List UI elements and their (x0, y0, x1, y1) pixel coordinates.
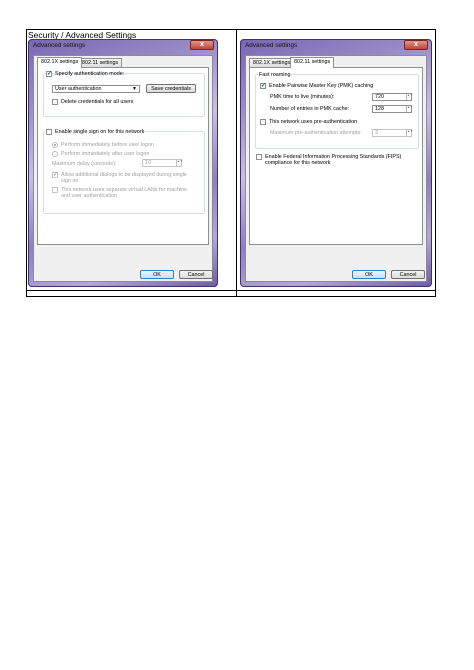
dialog-title: Advanced settings (33, 42, 86, 49)
perform-after-logon-radio[interactable]: Perform immediately after user logon (52, 151, 149, 157)
pmk-ttl-stepper[interactable]: 720 ▲▼ (372, 93, 413, 101)
stepper-arrows-icon: ▲▼ (406, 94, 413, 100)
pmk-entries-stepper[interactable]: 128 ▲▼ (372, 105, 413, 113)
advanced-settings-dialog-802-11: Advanced settings x 802.1X settings 802.… (240, 39, 432, 287)
cancel-button[interactable]: Cancel (179, 270, 213, 279)
dropdown-arrow-icon: ▼ (132, 86, 137, 92)
fast-roaming-label: Fast roaming (258, 72, 292, 78)
tab-802-11-settings[interactable]: 802.11 settings (290, 57, 335, 68)
close-icon[interactable]: x (404, 40, 428, 50)
tab-802-1x-settings[interactable]: 802.1X settings (37, 57, 83, 68)
stepper-arrows-icon: ▲▼ (406, 130, 413, 136)
enable-sso-checkbox[interactable]: Enable single sign on for this network (46, 129, 146, 135)
max-delay-label: Maximum delay (seconds): (52, 161, 117, 167)
save-credentials-button[interactable]: Save credentials (146, 84, 196, 93)
stepper-arrows-icon: ▲▼ (406, 106, 413, 112)
close-icon[interactable]: x (190, 40, 214, 50)
stepper-arrows-icon: ▲▼ (176, 160, 183, 166)
dialog-title: Advanced settings (245, 42, 298, 49)
pmk-ttl-label: PMK time to live (minutes): (270, 94, 335, 100)
tab-panel: Fast roaming ✓ Enable Pairwise Master Ke… (249, 67, 423, 245)
cancel-button[interactable]: Cancel (391, 270, 425, 279)
specify-auth-mode-checkbox[interactable]: ✓ Specify authentication mode: (46, 71, 124, 77)
enable-pmk-caching-checkbox[interactable]: ✓ Enable Pairwise Master Key (PMK) cachi… (260, 83, 373, 89)
enable-fips-checkbox[interactable]: Enable Federal Information Processing St… (256, 154, 406, 166)
max-pre-auth-stepper[interactable]: 3 ▲▼ (372, 129, 413, 137)
checkmark-icon: ✓ (46, 71, 53, 77)
allow-dialogs-checkbox[interactable]: ✓ Allow additional dialogs to be display… (52, 172, 192, 184)
table-row-divider (26, 290, 436, 291)
ok-button[interactable]: OK (140, 270, 174, 279)
perform-before-logon-radio[interactable]: Perform immediately before user logon (52, 142, 154, 148)
max-pre-auth-label: Maximum pre-authentication attempts: (270, 130, 362, 136)
pmk-entries-label: Number of entries in PMK cache: (270, 106, 350, 112)
authentication-group (43, 73, 205, 117)
table-column-divider (236, 29, 237, 297)
checkmark-icon: ✓ (52, 172, 59, 178)
ok-button[interactable]: OK (352, 270, 386, 279)
advanced-settings-dialog-802-1x: Advanced settings x 802.1X settings 802.… (28, 39, 218, 287)
checkmark-icon: ✓ (260, 83, 267, 89)
pre-authentication-checkbox[interactable]: This network uses pre-authentication (260, 119, 357, 125)
auth-mode-select[interactable]: User authentication ▼ (52, 85, 140, 93)
max-delay-stepper[interactable]: 10 ▲▼ (142, 159, 183, 167)
dialog-body: 802.1X settings 802.11 settings Fast roa… (245, 55, 427, 282)
tab-panel: ✓ Specify authentication mode: User auth… (37, 67, 209, 245)
dialog-body: 802.1X settings 802.11 settings ✓ Specif… (33, 55, 213, 282)
separate-vlans-checkbox[interactable]: This network uses separate virtual LANs … (52, 187, 192, 199)
delete-credentials-checkbox[interactable]: Delete credentials for all users (52, 99, 134, 105)
